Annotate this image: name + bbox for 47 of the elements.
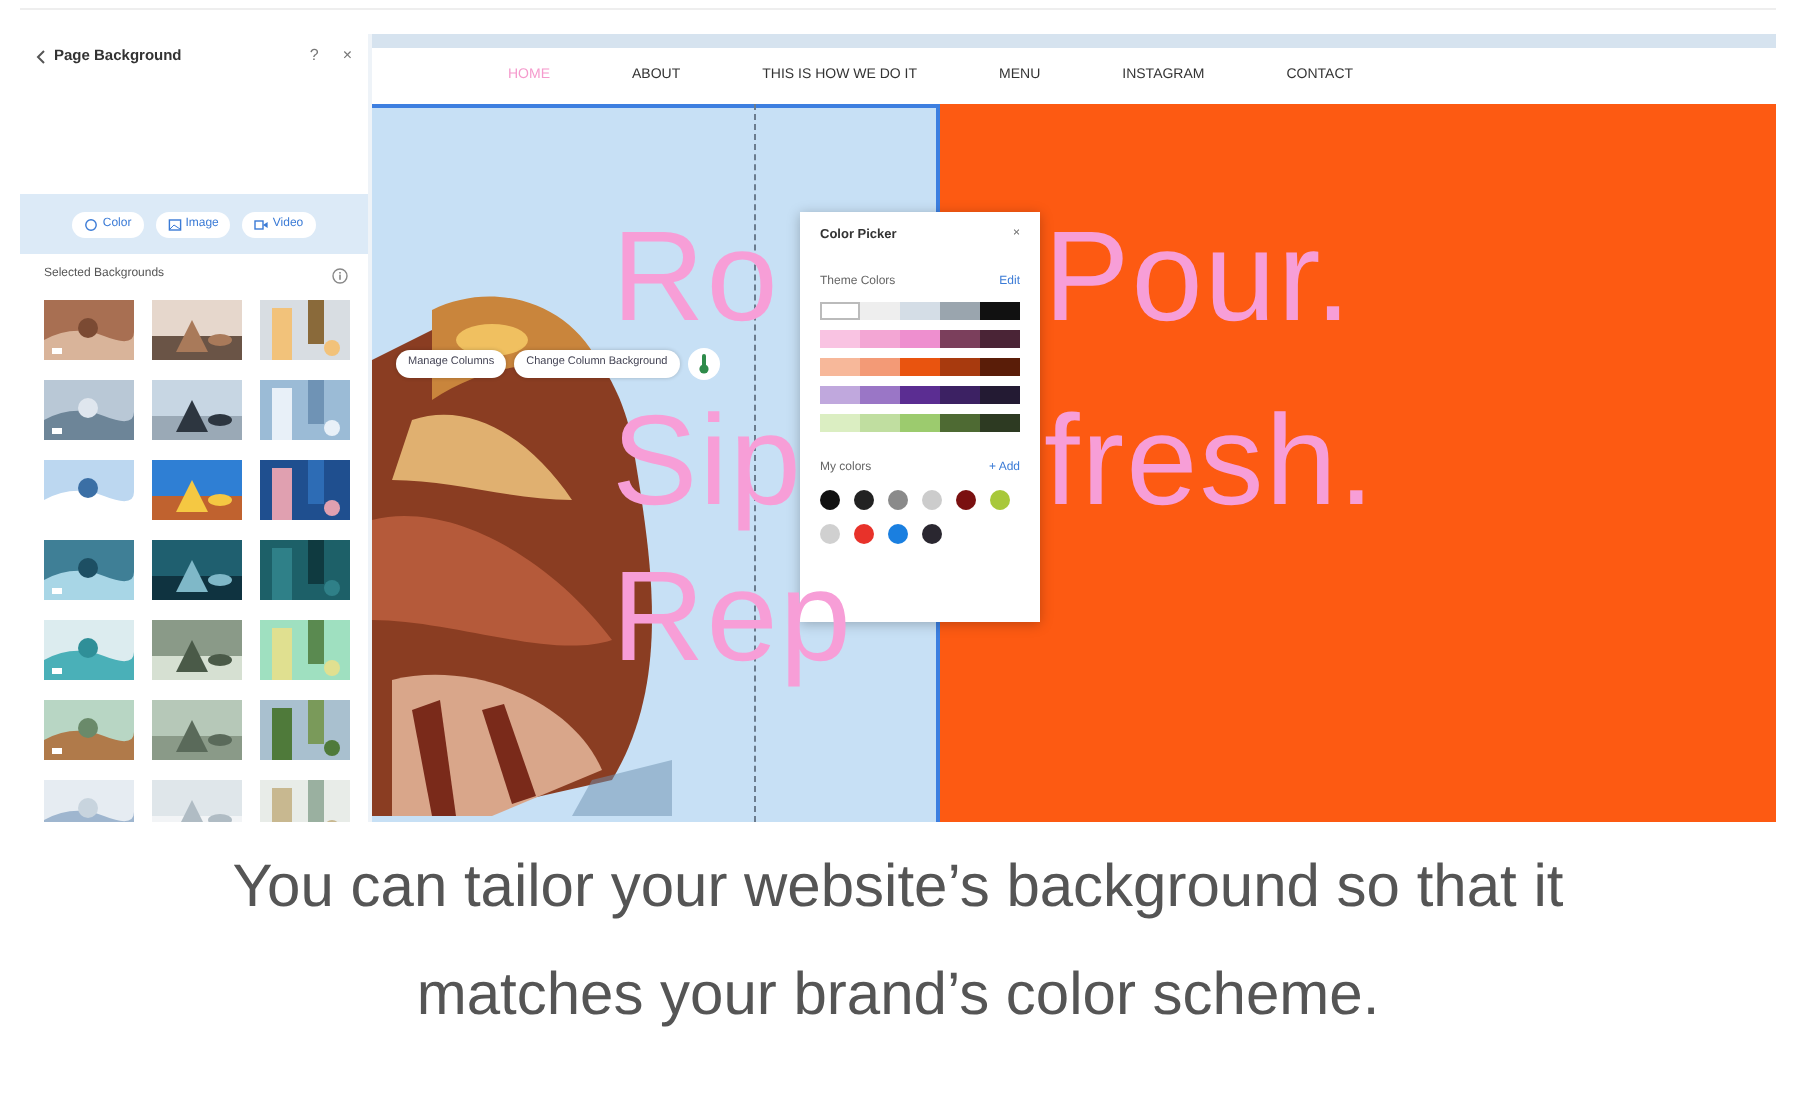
color-swatch[interactable] (820, 413, 860, 432)
color-dot[interactable] (820, 523, 840, 544)
color-dot[interactable] (854, 489, 874, 510)
info-icon[interactable] (332, 267, 348, 283)
color-swatch[interactable] (980, 413, 1020, 432)
video-icon (254, 217, 269, 231)
color-dot[interactable] (888, 489, 908, 510)
color-swatch[interactable] (940, 301, 980, 320)
back-icon[interactable] (36, 49, 46, 63)
color-swatch[interactable] (860, 413, 900, 432)
thermometer-icon (697, 354, 710, 374)
color-dot[interactable] (922, 523, 942, 544)
color-swatch[interactable] (860, 329, 900, 348)
headline-text: Pour. (1044, 212, 1353, 340)
headline-text: fresh. (1044, 396, 1377, 524)
color-swatch[interactable] (940, 385, 980, 404)
color-swatch[interactable] (900, 301, 940, 320)
close-button[interactable]: × (342, 44, 352, 68)
headline-text: Ro (612, 212, 780, 340)
caption: You can tailor your website’s background so that it matches your brand’s color scheme. (230, 852, 1566, 1032)
color-swatch[interactable] (980, 357, 1020, 376)
color-dot[interactable] (956, 489, 976, 510)
color-swatch[interactable] (900, 413, 940, 432)
color-swatch[interactable] (900, 329, 940, 348)
image-icon (167, 217, 182, 231)
color-dot[interactable] (820, 489, 840, 510)
color-swatch[interactable] (860, 301, 900, 320)
color-swatch[interactable] (820, 301, 860, 320)
color-swatch[interactable] (980, 385, 1020, 404)
color-swatch[interactable] (940, 329, 980, 348)
color-dot[interactable] (990, 489, 1010, 510)
color-swatch[interactable] (900, 385, 940, 404)
color-dot[interactable] (854, 523, 874, 544)
color-swatch[interactable] (900, 357, 940, 376)
color-swatch[interactable] (820, 329, 860, 348)
color-swatch[interactable] (820, 385, 860, 404)
color-swatch[interactable] (940, 413, 980, 432)
drop-icon (84, 217, 99, 231)
color-swatch[interactable] (860, 385, 900, 404)
color-swatch[interactable] (940, 357, 980, 376)
help-button[interactable]: ? (309, 44, 319, 68)
color-dot[interactable] (888, 523, 908, 544)
color-swatch[interactable] (820, 357, 860, 376)
color-swatch[interactable] (860, 357, 900, 376)
color-swatch[interactable] (980, 301, 1020, 320)
color-dot[interactable] (922, 489, 942, 510)
color-swatch[interactable] (980, 329, 1020, 348)
